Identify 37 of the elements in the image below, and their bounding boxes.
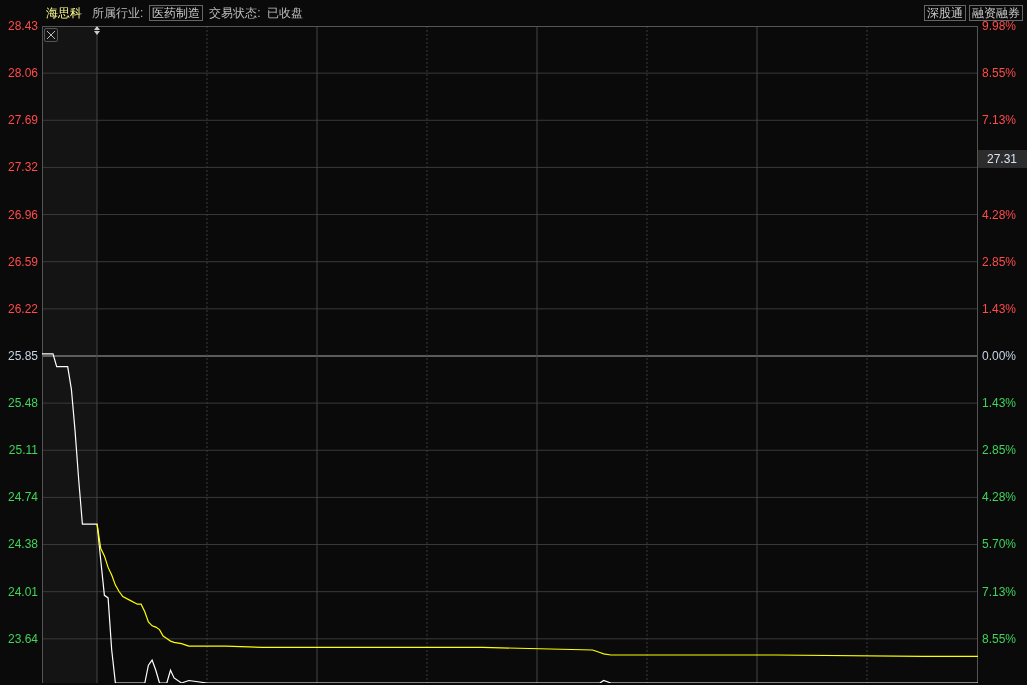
drag-handle-icon[interactable]	[94, 26, 100, 35]
price-marker: 27.31	[978, 150, 1027, 169]
status-value: 已收盘	[266, 4, 303, 22]
percent-tick: 1.43%	[981, 396, 1017, 410]
price-tick: 26.96	[7, 207, 39, 222]
price-tick: 25.48	[7, 396, 39, 410]
close-icon[interactable]	[44, 28, 58, 42]
price-tick: 26.59	[7, 254, 39, 269]
price-tick: 27.32	[7, 160, 39, 175]
price-tick: 27.69	[7, 113, 39, 128]
header-button[interactable]: 融资融券	[969, 5, 1023, 21]
price-tick: 28.06	[7, 66, 39, 81]
percent-tick: 2.85%	[981, 254, 1017, 269]
price-tick: 26.22	[7, 301, 39, 316]
percent-tick: 8.55%	[981, 66, 1017, 81]
percent-tick: 0.00%	[981, 348, 1017, 363]
percent-tick: 2.85%	[981, 443, 1017, 458]
percent-tick: 7.13%	[981, 113, 1017, 128]
price-tick: 25.85	[7, 348, 39, 363]
industry-label: 所属行业:	[92, 4, 144, 22]
price-tick: 24.74	[7, 490, 39, 505]
percent-tick: 9.98%	[981, 19, 1017, 33]
industry-tag: 医药制造	[149, 5, 204, 21]
percent-tick: 8.55%	[981, 631, 1017, 646]
percent-tick: 4.28%	[981, 490, 1017, 505]
price-tick: 24.01	[7, 584, 39, 599]
status-label: 交易状态:	[209, 4, 261, 22]
price-tick: 24.38	[7, 537, 39, 552]
stock-name: 海思科	[46, 4, 82, 22]
percent-tick: 1.43%	[981, 301, 1017, 316]
percent-tick: 5.70%	[981, 537, 1017, 552]
percent-tick: 4.28%	[981, 207, 1017, 222]
price-tick: 28.43	[7, 19, 39, 33]
percent-tick: 7.13%	[981, 584, 1017, 599]
price-tick: 23.64	[7, 631, 39, 646]
header-button[interactable]: 深股通	[924, 5, 966, 21]
price-tick: 25.11	[8, 443, 39, 458]
